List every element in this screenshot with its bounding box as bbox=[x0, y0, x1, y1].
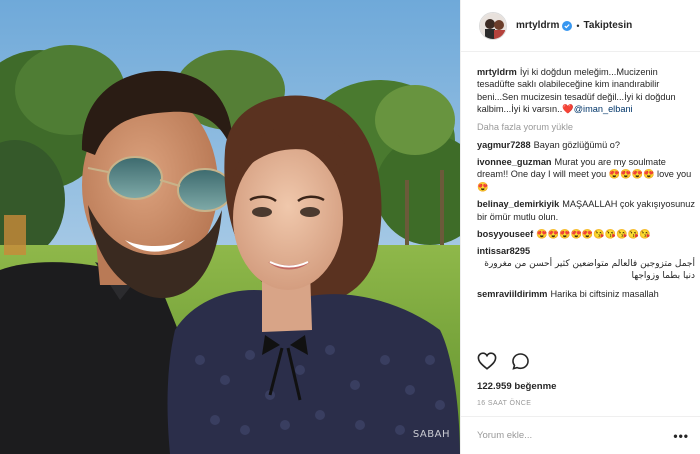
likes-number: 122.959 bbox=[477, 381, 512, 392]
caption-username[interactable]: mrtyldrm bbox=[477, 67, 517, 77]
likes-count[interactable]: 122.959 beğenme bbox=[477, 381, 556, 392]
caption-emoji: ❤️ bbox=[562, 104, 574, 115]
comment-item: semraviildirimm Harika bi ciftsiniz masal… bbox=[477, 288, 695, 300]
load-more-comments-link[interactable]: Daha fazla yorum yükle bbox=[477, 122, 695, 132]
comment-item: intissar8295 أجمل متزوجين فالعالم متواضع… bbox=[477, 245, 695, 282]
comment-username[interactable]: intissar8295 bbox=[477, 246, 530, 256]
post-actions bbox=[477, 352, 530, 371]
add-comment-bar: ••• bbox=[461, 416, 700, 454]
heart-icon[interactable] bbox=[477, 352, 497, 370]
post-photo[interactable]: SABAH bbox=[0, 0, 460, 454]
following-button[interactable]: Takiptesin bbox=[584, 20, 633, 31]
comment-item: ivonnee_guzman Murat you are my soulmate … bbox=[477, 156, 695, 193]
comment-username[interactable]: yagmur7288 bbox=[477, 140, 531, 150]
comment-username[interactable]: bosyyouseef bbox=[477, 229, 533, 239]
comment-username[interactable]: belinay_demirkiyik bbox=[477, 199, 559, 209]
caption: mrtyldrm İyi ki doğdun meleğim...Mucizeni… bbox=[477, 66, 695, 116]
comment-text: أجمل متزوجين فالعالم متواضعين كثير أحسن … bbox=[484, 258, 695, 282]
post-timestamp[interactable]: 16 SAAT ÖNCE bbox=[477, 400, 531, 407]
comments-list[interactable]: mrtyldrm İyi ki doğdun meleğim...Mucizeni… bbox=[477, 66, 695, 344]
photo-watermark: SABAH bbox=[412, 429, 450, 440]
comment-input[interactable] bbox=[477, 430, 674, 441]
post-side-panel: mrtyldrm • Takiptesin mrtyldrm İyi ki doğ… bbox=[460, 0, 700, 454]
post-header: mrtyldrm • Takiptesin bbox=[461, 0, 700, 52]
comment-text: Bayan gözlüğümü o? bbox=[533, 139, 620, 150]
avatar-image bbox=[480, 12, 506, 39]
comment-username[interactable]: ivonnee_guzman bbox=[477, 157, 552, 167]
comment-item: bosyyouseef 😍😍😍😍😍😘😘😘😘😘 bbox=[477, 228, 695, 240]
avatar[interactable] bbox=[479, 11, 507, 40]
verified-badge-icon bbox=[562, 20, 573, 31]
comment-text: 😍😍😍😍😍😘😘😘😘😘 bbox=[536, 229, 651, 240]
caption-mention[interactable]: @iman_elbani bbox=[574, 104, 633, 114]
comment-text: Harika bi ciftsiniz masallah bbox=[550, 288, 659, 299]
header-username[interactable]: mrtyldrm bbox=[516, 20, 559, 31]
more-options-icon[interactable]: ••• bbox=[673, 429, 689, 443]
likes-label: beğenme bbox=[514, 381, 557, 392]
couple-selfie-image bbox=[0, 0, 460, 454]
comment-username[interactable]: semraviildirimm bbox=[477, 289, 547, 299]
speech-bubble-icon[interactable] bbox=[511, 352, 530, 371]
comment-item: belinay_demirkiyik MAŞAALLAH çok yakışıyo… bbox=[477, 198, 695, 223]
comment-item: yagmur7288 Bayan gözlüğümü o? bbox=[477, 139, 695, 151]
header-separator: • bbox=[576, 20, 580, 31]
